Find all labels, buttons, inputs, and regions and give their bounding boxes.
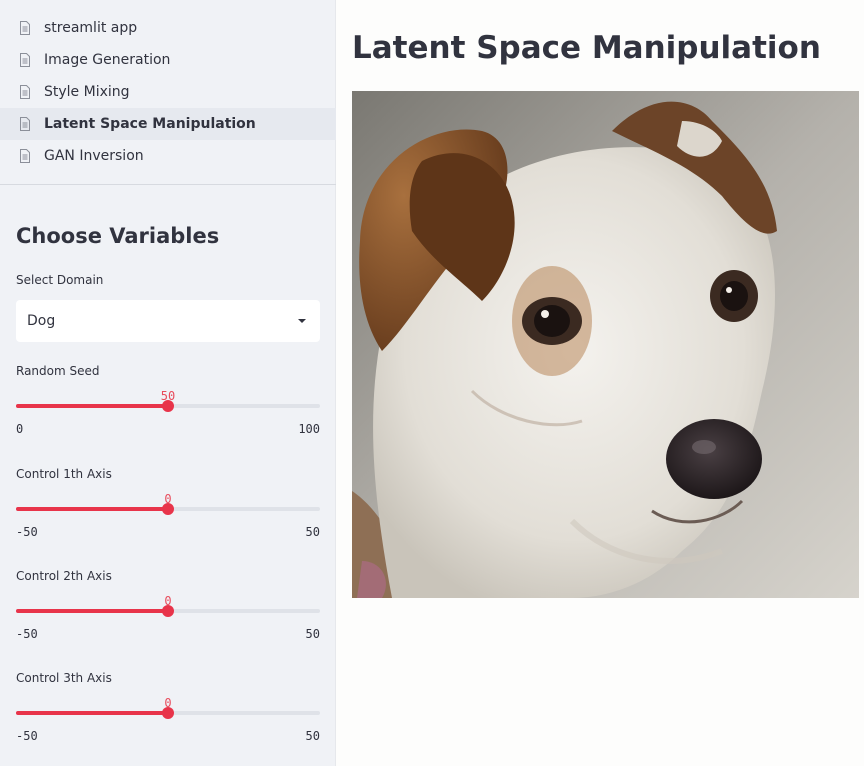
slider-max: 50 bbox=[305, 729, 320, 743]
control-axis-2-slider[interactable]: 0 -50 50 bbox=[16, 594, 320, 654]
domain-select[interactable]: Dog bbox=[16, 300, 320, 342]
sidebar-nav: streamlit app Image Generation Style Mix… bbox=[0, 12, 336, 172]
generated-image bbox=[352, 91, 859, 598]
control-axis-3-label: Control 3th Axis bbox=[16, 671, 112, 685]
random-seed-slider[interactable]: 50 0 100 bbox=[16, 389, 320, 449]
nav-item-streamlit-app[interactable]: streamlit app bbox=[0, 12, 336, 44]
slider-thumb[interactable] bbox=[162, 503, 174, 515]
document-icon bbox=[20, 21, 30, 35]
sidebar: streamlit app Image Generation Style Mix… bbox=[0, 0, 336, 766]
dog-portrait-image bbox=[352, 91, 859, 598]
control-axis-2-label: Control 2th Axis bbox=[16, 569, 112, 583]
control-axis-1-label: Control 1th Axis bbox=[16, 467, 112, 481]
select-domain-label: Select Domain bbox=[16, 273, 104, 287]
nav-item-label: Latent Space Manipulation bbox=[44, 116, 256, 132]
document-icon bbox=[20, 117, 30, 131]
control-axis-1-slider[interactable]: 0 -50 50 bbox=[16, 492, 320, 552]
slider-min: -50 bbox=[16, 627, 38, 641]
nav-item-label: Image Generation bbox=[44, 52, 171, 68]
document-icon bbox=[20, 53, 30, 67]
nav-item-label: GAN Inversion bbox=[44, 148, 144, 164]
nav-divider bbox=[0, 184, 336, 185]
document-icon bbox=[20, 85, 30, 99]
nav-item-label: Style Mixing bbox=[44, 84, 130, 100]
slider-fill bbox=[16, 404, 168, 408]
slider-max: 100 bbox=[298, 422, 320, 436]
slider-min: -50 bbox=[16, 525, 38, 539]
slider-min: -50 bbox=[16, 729, 38, 743]
nav-item-image-generation[interactable]: Image Generation bbox=[0, 44, 336, 76]
slider-thumb[interactable] bbox=[162, 605, 174, 617]
slider-max: 50 bbox=[305, 627, 320, 641]
domain-select-value: Dog bbox=[27, 313, 56, 329]
page-title: Latent Space Manipulation bbox=[352, 30, 821, 66]
chevron-down-icon bbox=[298, 319, 306, 323]
nav-item-gan-inversion[interactable]: GAN Inversion bbox=[0, 140, 336, 172]
slider-min: 0 bbox=[16, 422, 24, 436]
sidebar-title: Choose Variables bbox=[16, 224, 220, 248]
nav-item-label: streamlit app bbox=[44, 20, 138, 36]
slider-thumb[interactable] bbox=[162, 707, 174, 719]
random-seed-label: Random Seed bbox=[16, 364, 100, 378]
slider-fill bbox=[16, 711, 168, 715]
slider-fill bbox=[16, 609, 168, 613]
slider-max: 50 bbox=[305, 525, 320, 539]
slider-thumb[interactable] bbox=[162, 400, 174, 412]
nav-item-style-mixing[interactable]: Style Mixing bbox=[0, 76, 336, 108]
control-axis-3-slider[interactable]: 0 -50 50 bbox=[16, 696, 320, 756]
document-icon bbox=[20, 149, 30, 163]
nav-item-latent-space-manipulation[interactable]: Latent Space Manipulation bbox=[0, 108, 336, 140]
slider-fill bbox=[16, 507, 168, 511]
